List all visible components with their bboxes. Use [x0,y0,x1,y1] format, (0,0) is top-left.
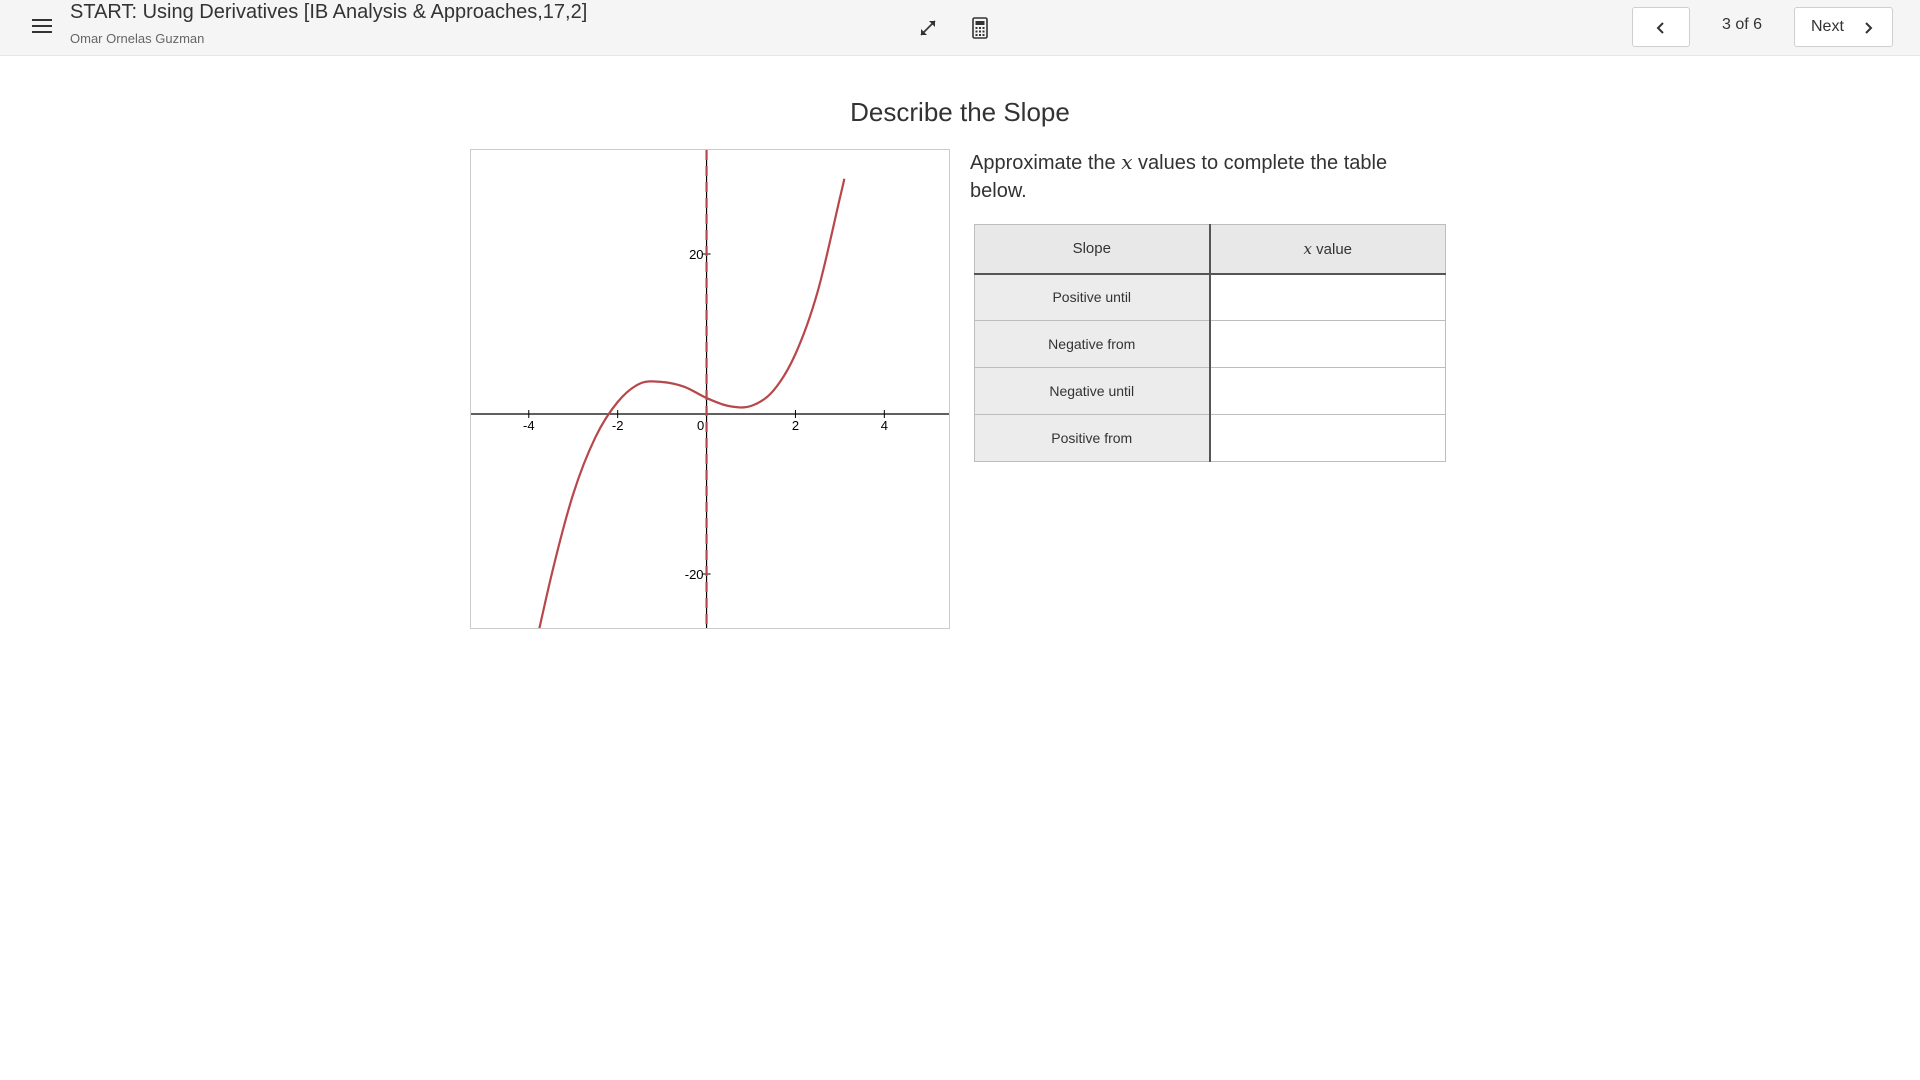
next-button-label: Next [1811,18,1844,35]
x-tick-label: -2 [612,418,624,433]
row-label: Negative until [974,367,1211,415]
graph-canvas: -4 -2 0 2 420-20 [471,150,949,628]
slope-table: Slope x value Positive until Negative fr… [974,224,1446,462]
y-tick-label: -20 [685,567,704,582]
table-header-row: Slope x value [974,224,1446,275]
activity-title: START: Using Derivatives [IB Analysis & … [70,1,588,23]
row-label: Positive from [974,414,1211,462]
x-tick-label: 0 [697,418,704,433]
x-value-input[interactable] [1209,273,1446,321]
previous-button[interactable] [1632,7,1690,47]
author-name: Omar Ornelas Guzman [70,31,205,46]
menu-icon[interactable] [30,16,54,38]
next-button[interactable]: Next [1794,7,1893,47]
x-value-column-header: x value [1209,224,1446,275]
x-variable: x [1303,239,1312,258]
table-row: Positive from [974,414,1446,462]
x-value-input[interactable] [1209,320,1446,368]
page-indicator: 3 of 6 [1721,16,1763,33]
slope-column-header: Slope [974,224,1211,275]
table-row: Negative until [974,367,1446,415]
top-bar: START: Using Derivatives [IB Analysis & … [0,0,1920,56]
instruction-text-start: Approximate the [970,152,1122,174]
instruction-variable: x [1121,150,1133,174]
value-label: value [1316,240,1352,258]
row-label: Positive until [974,273,1211,321]
function-curve [538,178,846,628]
table-row: Negative from [974,320,1446,368]
calculator-icon[interactable] [967,15,993,41]
x-value-input[interactable] [1209,367,1446,415]
y-tick-label: 20 [689,247,703,262]
function-graph[interactable]: -4 -2 0 2 4 20 -20 [470,149,950,629]
x-tick-label: -4 [523,418,535,433]
chevron-right-icon [1865,22,1873,34]
activity-heading: Describe the Slope [850,97,1070,127]
table-row: Positive until [974,273,1446,321]
row-label: Negative from [974,320,1211,368]
expand-icon[interactable] [915,15,941,41]
x-tick-label: 4 [881,418,888,433]
x-tick-label: 2 [792,418,799,433]
instruction-text: Approximate the x values to complete the… [970,148,1440,205]
x-value-input[interactable] [1209,414,1446,462]
chevron-left-icon [1656,22,1664,34]
